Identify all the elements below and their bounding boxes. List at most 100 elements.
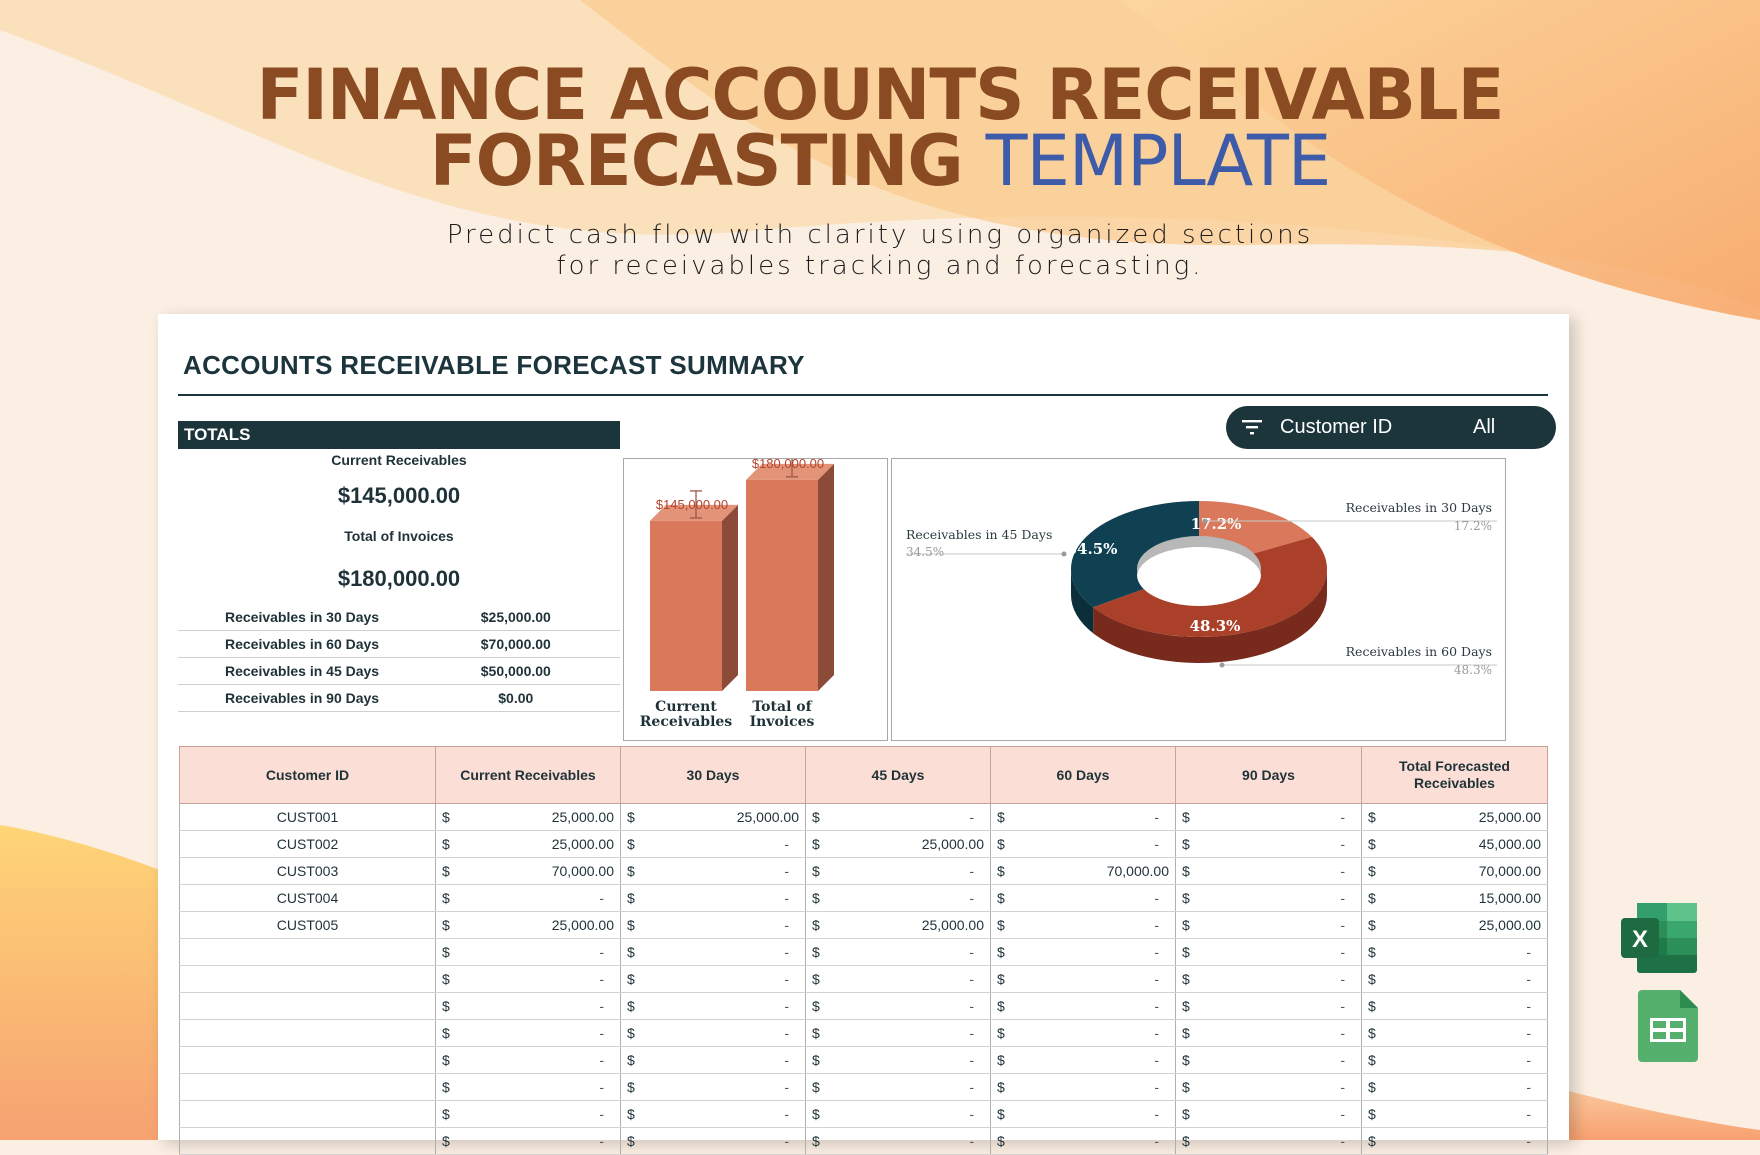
amount-cell[interactable]: $ -	[1175, 938, 1362, 966]
amount-cell[interactable]: $ -	[620, 911, 806, 939]
amount-cell[interactable]: $ -	[435, 1019, 621, 1047]
amount-cell[interactable]: $ -	[620, 1046, 806, 1074]
customer-id-cell[interactable]	[179, 1073, 436, 1101]
amount-cell[interactable]: $ -	[620, 938, 806, 966]
amount-cell[interactable]: $ -	[1361, 1019, 1548, 1047]
customer-id-filter[interactable]: Customer ID All	[1226, 406, 1556, 449]
amount-cell[interactable]: $ -	[1361, 965, 1548, 993]
amount-cell[interactable]: $ -	[805, 1046, 991, 1074]
amount-cell[interactable]: $ -	[1175, 1127, 1362, 1155]
amount-cell[interactable]: $ -	[435, 992, 621, 1020]
amount-cell[interactable]: $45,000.00	[1361, 830, 1548, 858]
amount-cell[interactable]: $ -	[1361, 1100, 1548, 1128]
amount-cell[interactable]: $ -	[435, 938, 621, 966]
amount-cell[interactable]: $70,000.00	[1361, 857, 1548, 885]
amount-cell[interactable]: $ -	[620, 857, 806, 885]
amount-cell[interactable]: $ -	[1175, 1073, 1362, 1101]
customer-id-cell[interactable]	[179, 965, 436, 993]
amount-cell[interactable]: $ -	[435, 1100, 621, 1128]
amount-cell[interactable]: $ -	[990, 1046, 1176, 1074]
google-sheets-icon[interactable]	[1638, 990, 1698, 1062]
column-header[interactable]: 90 Days	[1175, 746, 1362, 804]
amount-cell[interactable]: $ -	[805, 1073, 991, 1101]
column-header[interactable]: Current Receivables	[435, 746, 621, 804]
amount-cell[interactable]: $ -	[1361, 1127, 1548, 1155]
amount-cell[interactable]: $ -	[990, 1073, 1176, 1101]
amount-cell[interactable]: $25,000.00	[805, 911, 991, 939]
amount-cell[interactable]: $ -	[620, 1127, 806, 1155]
customer-id-cell[interactable]	[179, 992, 436, 1020]
customer-id-cell[interactable]: CUST003	[179, 857, 436, 885]
amount-cell[interactable]: $ -	[620, 965, 806, 993]
amount-cell[interactable]: $ -	[1175, 1046, 1362, 1074]
amount-cell[interactable]: $ -	[1175, 857, 1362, 885]
amount-cell[interactable]: $ -	[620, 884, 806, 912]
amount-cell[interactable]: $ -	[805, 992, 991, 1020]
amount-cell[interactable]: $ -	[435, 1073, 621, 1101]
amount-cell[interactable]: $ -	[620, 992, 806, 1020]
customer-id-cell[interactable]	[179, 1046, 436, 1074]
amount-cell[interactable]: $25,000.00	[620, 803, 806, 831]
filter-value[interactable]: All	[1473, 416, 1495, 439]
amount-cell[interactable]: $ -	[1175, 992, 1362, 1020]
customer-id-cell[interactable]: CUST004	[179, 884, 436, 912]
amount-cell[interactable]: $ -	[990, 992, 1176, 1020]
amount-cell[interactable]: $ -	[1175, 1100, 1362, 1128]
amount-cell[interactable]: $25,000.00	[435, 830, 621, 858]
amount-cell[interactable]: $ -	[435, 1127, 621, 1155]
customer-id-cell[interactable]	[179, 1127, 436, 1155]
amount-cell[interactable]: $ -	[990, 1100, 1176, 1128]
customer-id-cell[interactable]	[179, 1019, 436, 1047]
amount-cell[interactable]: $ -	[1175, 1019, 1362, 1047]
amount-cell[interactable]: $ -	[1361, 992, 1548, 1020]
amount-cell[interactable]: $ -	[1175, 830, 1362, 858]
amount-cell[interactable]: $ -	[990, 1019, 1176, 1047]
amount-cell[interactable]: $25,000.00	[1361, 803, 1548, 831]
amount-cell[interactable]: $ -	[1361, 938, 1548, 966]
amount-cell[interactable]: $ -	[805, 1127, 991, 1155]
amount-cell[interactable]: $ -	[435, 884, 621, 912]
amount-cell[interactable]: $ -	[990, 1127, 1176, 1155]
amount-cell[interactable]: $25,000.00	[435, 911, 621, 939]
amount-cell[interactable]: $ -	[620, 1100, 806, 1128]
customer-id-cell[interactable]	[179, 938, 436, 966]
column-header[interactable]: Customer ID	[179, 746, 436, 804]
customer-id-cell[interactable]: CUST002	[179, 830, 436, 858]
customer-id-cell[interactable]	[179, 1100, 436, 1128]
amount-cell[interactable]: $ -	[990, 965, 1176, 993]
amount-cell[interactable]: $ -	[805, 1019, 991, 1047]
amount-cell[interactable]: $ -	[1361, 1073, 1548, 1101]
column-header[interactable]: Total Forecasted Receivables	[1361, 746, 1548, 804]
amount-cell[interactable]: $15,000.00	[1361, 884, 1548, 912]
amount-cell[interactable]: $ -	[805, 857, 991, 885]
amount-cell[interactable]: $25,000.00	[1361, 911, 1548, 939]
amount-cell[interactable]: $ -	[1175, 803, 1362, 831]
amount-cell[interactable]: $ -	[620, 830, 806, 858]
column-header[interactable]: 30 Days	[620, 746, 806, 804]
amount-cell[interactable]: $25,000.00	[435, 803, 621, 831]
column-header[interactable]: 60 Days	[990, 746, 1176, 804]
amount-cell[interactable]: $ -	[805, 803, 991, 831]
amount-cell[interactable]: $ -	[435, 1046, 621, 1074]
amount-cell[interactable]: $ -	[805, 938, 991, 966]
amount-cell[interactable]: $ -	[620, 1073, 806, 1101]
customer-id-cell[interactable]: CUST001	[179, 803, 436, 831]
excel-icon[interactable]: X	[1621, 903, 1701, 973]
amount-cell[interactable]: $ -	[805, 884, 991, 912]
amount-cell[interactable]: $ -	[1361, 1046, 1548, 1074]
amount-cell[interactable]: $ -	[990, 803, 1176, 831]
amount-cell[interactable]: $25,000.00	[805, 830, 991, 858]
amount-cell[interactable]: $ -	[1175, 965, 1362, 993]
amount-cell[interactable]: $ -	[990, 830, 1176, 858]
amount-cell[interactable]: $70,000.00	[990, 857, 1176, 885]
amount-cell[interactable]: $ -	[1175, 911, 1362, 939]
amount-cell[interactable]: $ -	[1175, 884, 1362, 912]
amount-cell[interactable]: $ -	[805, 965, 991, 993]
column-header[interactable]: 45 Days	[805, 746, 991, 804]
customer-id-cell[interactable]: CUST005	[179, 911, 436, 939]
amount-cell[interactable]: $ -	[990, 938, 1176, 966]
amount-cell[interactable]: $ -	[620, 1019, 806, 1047]
amount-cell[interactable]: $ -	[435, 965, 621, 993]
amount-cell[interactable]: $ -	[990, 884, 1176, 912]
amount-cell[interactable]: $ -	[805, 1100, 991, 1128]
